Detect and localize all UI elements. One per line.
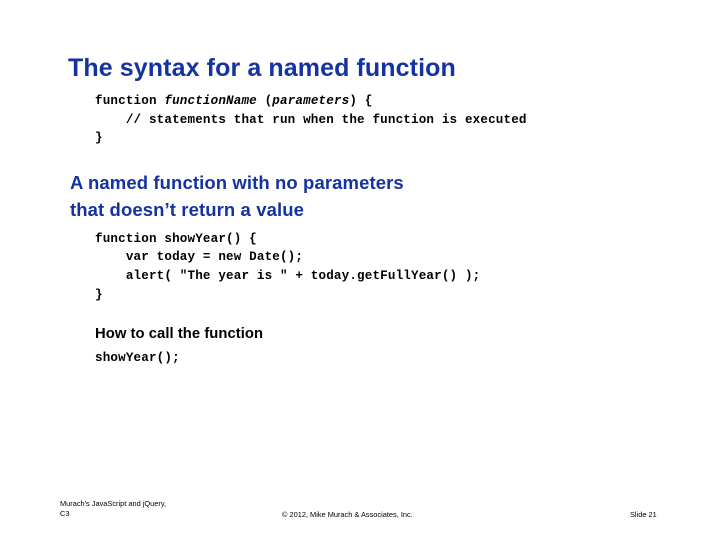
syntax-parameters: parameters: [272, 94, 350, 108]
page-title: The syntax for a named function: [68, 54, 456, 82]
syntax-closing-brace: }: [95, 131, 103, 146]
howto-code-block: showYear();: [95, 351, 180, 366]
footer-copyright: © 2012, Mike Murach & Associates, Inc.: [282, 510, 413, 519]
syntax-keyword: function: [95, 94, 165, 108]
section-subheading: A named function with no parameters that…: [70, 171, 404, 220]
example-code-block: function showYear() { var today = new Da…: [95, 231, 481, 302]
syntax-code-block: function functionName (parameters) { // …: [95, 92, 695, 148]
slide-body: function functionName (parameters) { // …: [70, 92, 695, 368]
footer-book-title: Murach's JavaScript and jQuery, C3: [60, 499, 167, 519]
syntax-function-name: functionName: [164, 94, 257, 108]
slide: The syntax for a named function function…: [0, 0, 720, 540]
footer-slide-number: Slide 21: [630, 510, 657, 519]
syntax-close-brace: ) {: [349, 94, 373, 108]
syntax-open-paren: (: [256, 94, 273, 108]
howto-heading: How to call the function: [95, 326, 264, 343]
slide-footer: Murach's JavaScript and jQuery, C3 © 201…: [0, 499, 720, 531]
syntax-comment-line: // statements that run when the function…: [95, 112, 527, 127]
